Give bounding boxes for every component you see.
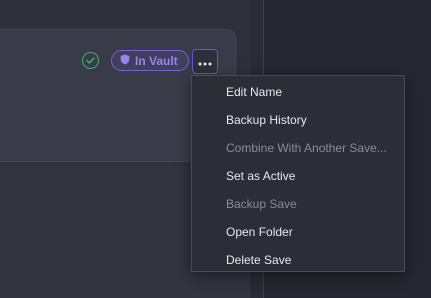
more-options-button[interactable] <box>192 49 218 74</box>
menu-item-backup-save: Backup Save <box>226 197 297 211</box>
vault-badge-label: In Vault <box>135 53 178 68</box>
menu-item-open-folder[interactable]: Open Folder <box>192 218 404 246</box>
menu-item-combine-saves: Combine With Another Save... <box>226 141 387 155</box>
shield-icon <box>120 52 130 70</box>
ellipsis-icon <box>198 53 212 71</box>
context-menu: Edit Name Backup History Combine With An… <box>191 75 405 272</box>
menu-item-edit-name[interactable]: Edit Name <box>192 78 404 106</box>
menu-item-set-active[interactable]: Set as Active <box>192 162 404 190</box>
vault-status-badge: In Vault <box>111 50 189 71</box>
check-circle-icon <box>82 52 99 69</box>
menu-item-delete-save[interactable]: Delete Save <box>192 246 404 274</box>
menu-item-backup-history[interactable]: Backup History <box>192 106 404 134</box>
